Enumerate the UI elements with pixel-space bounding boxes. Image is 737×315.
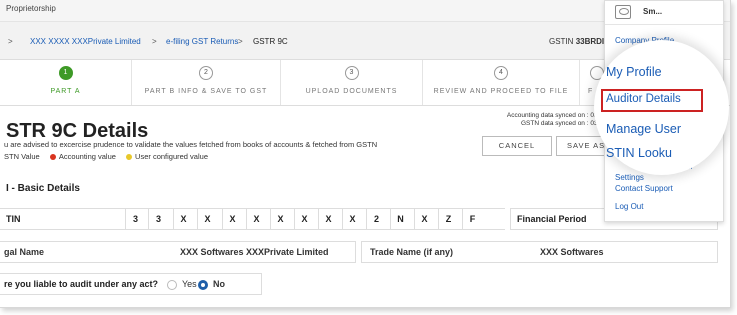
- breadcrumb-company-link[interactable]: XXX XXXX XXXPrivate Limited: [30, 37, 141, 46]
- legal-name-value: XXX Softwares XXXPrivate Limited: [180, 247, 329, 257]
- step-label: PART B INFO & SAVE TO GST: [144, 88, 268, 95]
- audit-yes-label[interactable]: Yes: [182, 279, 197, 289]
- magnifier-overlay: My Profile Auditor Details Manage User S…: [594, 40, 729, 175]
- avatar-icon: [615, 5, 631, 19]
- step-part-a[interactable]: 1 PART A: [0, 60, 132, 105]
- legend-accounting: Accounting value: [58, 152, 116, 161]
- gstin-char: X: [342, 209, 362, 229]
- legend-gstn: STN Value: [4, 152, 40, 161]
- gstin-char: X: [246, 209, 266, 229]
- breadcrumb-current: GSTR 9C: [253, 37, 288, 46]
- accounting-sync-text: Accounting data synced on : 03/0: [506, 112, 603, 119]
- breadcrumb-separator: >: [152, 37, 157, 46]
- gstin-header-value: 33BRDI: [575, 37, 605, 46]
- step-part-b[interactable]: 2 PART B INFO & SAVE TO GST: [132, 60, 281, 105]
- gstin-char: X: [270, 209, 290, 229]
- app-window: Proprietorship > XXX XXXX XXXPrivate Lim…: [0, 0, 731, 308]
- business-type-label: Proprietorship: [6, 4, 56, 13]
- section-title: I - Basic Details: [6, 183, 80, 194]
- sync-info: Accounting data synced on : 03/0 GSTN da…: [483, 112, 603, 128]
- audit-yes-radio[interactable]: [167, 280, 177, 290]
- gstn-sync-text: GSTN data synced on : 03/0: [520, 120, 603, 127]
- step-number: 1: [58, 66, 73, 80]
- trade-name-value: XXX Softwares: [540, 247, 604, 257]
- gstin-char: X: [197, 209, 217, 229]
- menu-contact-support[interactable]: Contact Support: [615, 184, 673, 193]
- gstin-header-label: GSTIN: [549, 37, 574, 46]
- gstin-char: N: [390, 209, 410, 229]
- gstin-header: GSTIN 33BRDI: [549, 37, 604, 46]
- gstin-label: TIN: [6, 214, 21, 224]
- legend-user-configured: User configured value: [135, 152, 208, 161]
- gstin-char: X: [318, 209, 338, 229]
- menu-log-out[interactable]: Log Out: [615, 202, 643, 211]
- breadcrumb-separator: >: [8, 37, 13, 46]
- menu-manage-user[interactable]: Manage User: [606, 122, 681, 136]
- gstin-char: 3: [125, 209, 145, 229]
- user-menu-header: Sm...: [605, 1, 723, 25]
- legal-name-field: gal Name XXX Softwares XXXPrivate Limite…: [0, 241, 356, 263]
- audit-no-radio[interactable]: [198, 280, 208, 290]
- step-number: 2: [199, 66, 213, 80]
- breadcrumb-efiling-link[interactable]: e-filing GST Returns: [166, 37, 238, 46]
- trade-name-field: Trade Name (if any) XXX Softwares: [361, 241, 718, 263]
- menu-my-profile[interactable]: My Profile: [606, 65, 662, 79]
- financial-period-label: Financial Period: [517, 214, 587, 224]
- accounting-dot-icon: [49, 154, 56, 161]
- step-label: REVIEW AND PROCEED TO FILE: [433, 88, 569, 95]
- step-number: 4: [494, 66, 508, 80]
- step-label: PART A: [50, 88, 81, 95]
- advice-text: u are advised to excercise prudence to v…: [4, 140, 378, 149]
- step-label: UPLOAD DOCUMENTS: [305, 88, 398, 95]
- trade-name-label: Trade Name (if any): [370, 247, 454, 257]
- user-name: Sm...: [643, 7, 663, 16]
- step-label: F: [588, 88, 594, 95]
- user-configured-dot-icon: [126, 154, 133, 161]
- highlight-box: [601, 89, 703, 112]
- gstin-char: 2: [366, 209, 386, 229]
- step-number: 3: [344, 66, 359, 80]
- gstin-row: TIN 3 3 X X X X X X X X 2 N X Z F: [0, 208, 505, 230]
- audit-question-field: re you liable to audit under any act? Ye…: [0, 273, 262, 295]
- breadcrumb-separator: >: [238, 37, 243, 46]
- gstin-char: X: [414, 209, 434, 229]
- gstin-char: F: [462, 209, 482, 229]
- gstin-char: 3: [148, 209, 168, 229]
- cancel-button[interactable]: CANCEL: [482, 136, 552, 156]
- menu-settings[interactable]: Settings: [615, 173, 644, 182]
- gstin-char: X: [294, 209, 314, 229]
- menu-gstin-lookup[interactable]: STIN Looku: [606, 146, 672, 160]
- value-legend: STN Value Accounting value User configur…: [4, 152, 208, 161]
- audit-question-label: re you liable to audit under any act?: [4, 279, 159, 289]
- gstin-char: Z: [438, 209, 458, 229]
- gstin-char: X: [173, 209, 193, 229]
- gstin-char: X: [222, 209, 242, 229]
- step-upload[interactable]: 3 UPLOAD DOCUMENTS: [281, 60, 423, 105]
- legal-name-label: gal Name: [4, 247, 45, 257]
- audit-no-label[interactable]: No: [213, 279, 225, 289]
- step-review[interactable]: 4 REVIEW AND PROCEED TO FILE: [423, 60, 580, 105]
